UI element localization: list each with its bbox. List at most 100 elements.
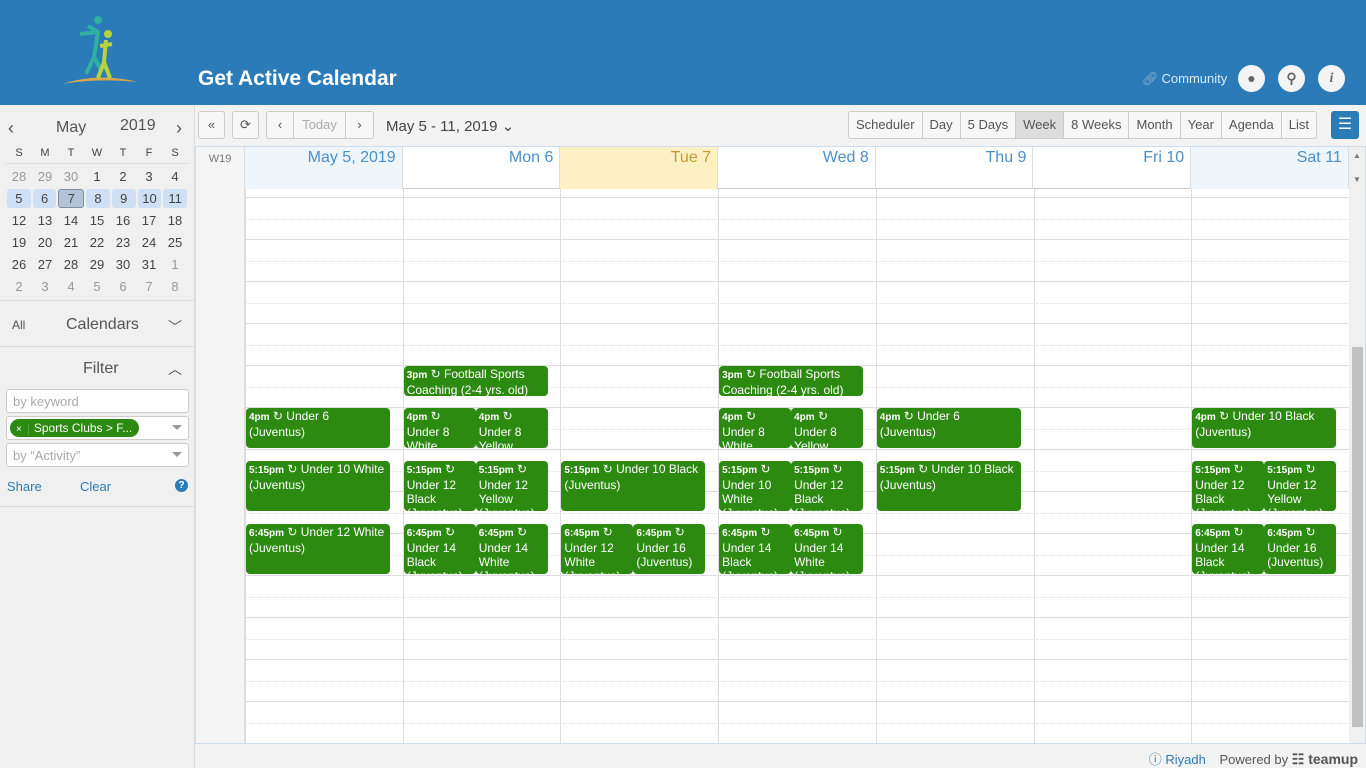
mini-day[interactable]: 17 xyxy=(137,211,161,230)
mini-day[interactable]: 20 xyxy=(33,233,57,252)
mini-day[interactable]: 8 xyxy=(86,189,110,208)
teamup-logo[interactable]: ☷ teamup xyxy=(1292,751,1358,767)
view-list-button[interactable]: List xyxy=(1280,112,1316,138)
mini-day[interactable]: 4 xyxy=(163,167,187,186)
time-grid[interactable]: 11am12pm1pm2pm3pm4pm5pm6pm7pm8pm9pm10pm1… xyxy=(196,189,1349,743)
mini-day[interactable]: 1 xyxy=(85,167,109,186)
event[interactable]: 5:15pm ↻ Under 10 White (Juventus) xyxy=(719,460,792,511)
event[interactable]: 6:45pm ↻ Under 14 White (Juventus) xyxy=(475,523,548,574)
mini-day[interactable]: 28 xyxy=(59,255,83,274)
search-icon[interactable]: ⚲ xyxy=(1278,65,1305,92)
mini-day[interactable]: 3 xyxy=(137,167,161,186)
event[interactable]: 5:15pm ↻ Under 12 Yellow (Juventus) xyxy=(1264,460,1337,511)
event[interactable]: 5:15pm ↻ Under 12 Black (Juventus) xyxy=(403,460,476,511)
mini-day[interactable]: 25 xyxy=(163,233,187,252)
day-header[interactable]: Thu 9 xyxy=(876,147,1034,189)
mini-day[interactable]: 19 xyxy=(7,233,31,252)
view-month-button[interactable]: Month xyxy=(1128,112,1179,138)
day-header[interactable]: Fri 10 xyxy=(1033,147,1192,189)
event[interactable]: 3pm ↻ Football Sports Coaching (2-4 yrs.… xyxy=(719,366,864,396)
mini-day[interactable]: 7 xyxy=(137,277,161,296)
today-button[interactable]: Today xyxy=(294,112,346,138)
calendar-filter-select[interactable]: × Sports Clubs > F... xyxy=(6,416,189,440)
mini-day[interactable]: 4 xyxy=(59,277,83,296)
event[interactable]: 5:15pm ↻ Under 10 Black (Juventus) xyxy=(876,460,1021,511)
activity-filter-select[interactable]: by “Activity” xyxy=(6,443,189,467)
event[interactable]: 6:45pm ↻ Under 12 White (Juventus) xyxy=(561,523,634,574)
event[interactable]: 4pm ↻ Under 8 Yellow (Juventus) xyxy=(475,408,548,448)
event[interactable]: 4pm ↻ Under 8 Yellow (Juventus) xyxy=(791,408,864,448)
day-header[interactable]: Tue 7 xyxy=(560,147,719,189)
event[interactable]: 6:45pm ↻ Under 14 White (Juventus) xyxy=(791,523,864,574)
calendars-header[interactable]: Calendars xyxy=(66,316,139,334)
view-agenda-button[interactable]: Agenda xyxy=(1220,112,1281,138)
prev-month-icon[interactable]: ‹ xyxy=(8,118,14,139)
mini-day[interactable]: 2 xyxy=(111,167,135,186)
view-year-button[interactable]: Year xyxy=(1179,112,1221,138)
scroll-up-icon[interactable]: ▲ xyxy=(1353,151,1361,160)
help-icon[interactable]: ? xyxy=(175,479,188,492)
chevron-up-icon[interactable]: ︿ xyxy=(168,359,182,379)
chevron-down-icon[interactable]: ﹀ xyxy=(168,317,182,337)
mini-day[interactable]: 30 xyxy=(111,255,135,274)
event[interactable]: 5:15pm ↻ Under 12 Black (Juventus) xyxy=(791,460,864,511)
event[interactable]: 4pm ↻ Under 8 White (Juventus) xyxy=(403,408,476,448)
next-month-icon[interactable]: › xyxy=(176,118,182,139)
user-icon[interactable]: ● xyxy=(1238,65,1265,92)
view-scheduler-button[interactable]: Scheduler xyxy=(849,112,922,138)
event[interactable]: 4pm ↻ Under 10 Black (Juventus) xyxy=(1192,408,1337,448)
mini-day[interactable]: 10 xyxy=(137,189,162,208)
event[interactable]: 5:15pm ↻ Under 10 Black (Juventus) xyxy=(561,460,706,511)
event[interactable]: 4pm ↻ Under 6 (Juventus) xyxy=(246,408,390,448)
mini-day[interactable]: 24 xyxy=(137,233,161,252)
next-week-button[interactable]: › xyxy=(346,112,373,138)
day-header[interactable]: Sat 11 xyxy=(1191,147,1349,189)
info-icon[interactable]: i xyxy=(1318,65,1345,92)
event[interactable]: 5:15pm ↻ Under 10 White (Juventus) xyxy=(246,460,390,511)
event[interactable]: 6:45pm ↻ Under 14 Black (Juventus) xyxy=(719,523,792,574)
date-range-picker[interactable]: May 5 - 11, 2019 ⌄ xyxy=(386,117,514,135)
mini-day[interactable]: 21 xyxy=(59,233,83,252)
day-header[interactable]: May 5, 2019 xyxy=(245,147,403,189)
collapse-sidebar-button[interactable]: « xyxy=(198,111,225,139)
mini-day[interactable]: 26 xyxy=(7,255,31,274)
day-header[interactable]: Mon 6 xyxy=(403,147,561,189)
mini-day[interactable]: 9 xyxy=(111,189,136,208)
event[interactable]: 6:45pm ↻ Under 14 Black (Juventus) xyxy=(1192,523,1265,574)
day-header[interactable]: Wed 8 xyxy=(718,147,876,189)
dropdown-arrow-icon[interactable] xyxy=(172,452,182,457)
mini-day[interactable]: 31 xyxy=(137,255,161,274)
event[interactable]: 4pm ↻ Under 6 (Juventus) xyxy=(876,408,1021,448)
event[interactable]: 5:15pm ↻ Under 12 Black (Juventus) xyxy=(1192,460,1265,511)
mini-cal-year[interactable]: 2019 xyxy=(120,117,156,135)
mini-day[interactable]: 27 xyxy=(33,255,57,274)
event[interactable]: 4pm ↻ Under 8 White (Juventus) xyxy=(719,408,792,448)
remove-tag-icon[interactable]: × xyxy=(16,424,29,435)
dropdown-arrow-icon[interactable] xyxy=(172,425,182,430)
filter-header[interactable]: Filter xyxy=(83,360,119,378)
mini-day[interactable]: 3 xyxy=(33,277,57,296)
menu-icon[interactable]: ☰ xyxy=(1331,111,1359,139)
mini-day[interactable]: 1 xyxy=(163,255,187,274)
mini-cal-month[interactable]: May xyxy=(56,119,86,137)
mini-day[interactable]: 8 xyxy=(163,277,187,296)
event[interactable]: 6:45pm ↻ Under 12 White (Juventus) xyxy=(246,523,390,574)
refresh-button[interactable]: ⟳ xyxy=(232,111,259,139)
event[interactable]: 6:45pm ↻ Under 16 (Juventus) xyxy=(633,523,706,574)
view-week-button[interactable]: Week xyxy=(1015,112,1064,138)
mini-day[interactable]: 12 xyxy=(7,211,31,230)
mini-day[interactable]: 13 xyxy=(33,211,57,230)
event[interactable]: 3pm ↻ Football Sports Coaching (2-4 yrs.… xyxy=(403,366,548,396)
mini-day[interactable]: 14 xyxy=(59,211,83,230)
mini-day[interactable]: 5 xyxy=(85,277,109,296)
view-8-weeks-button[interactable]: 8 Weeks xyxy=(1063,112,1128,138)
scrollbar-thumb[interactable] xyxy=(1352,347,1363,727)
scrollbar[interactable]: ▲ ▼ xyxy=(1349,147,1365,743)
mini-day[interactable]: 23 xyxy=(111,233,135,252)
mini-day[interactable]: 28 xyxy=(7,167,31,186)
clear-link[interactable]: Clear xyxy=(80,479,111,494)
mini-day[interactable]: 2 xyxy=(7,277,31,296)
calendars-all-toggle[interactable]: All xyxy=(12,318,25,332)
mini-day[interactable]: 7 xyxy=(58,189,85,208)
mini-day[interactable]: 6 xyxy=(32,189,57,208)
